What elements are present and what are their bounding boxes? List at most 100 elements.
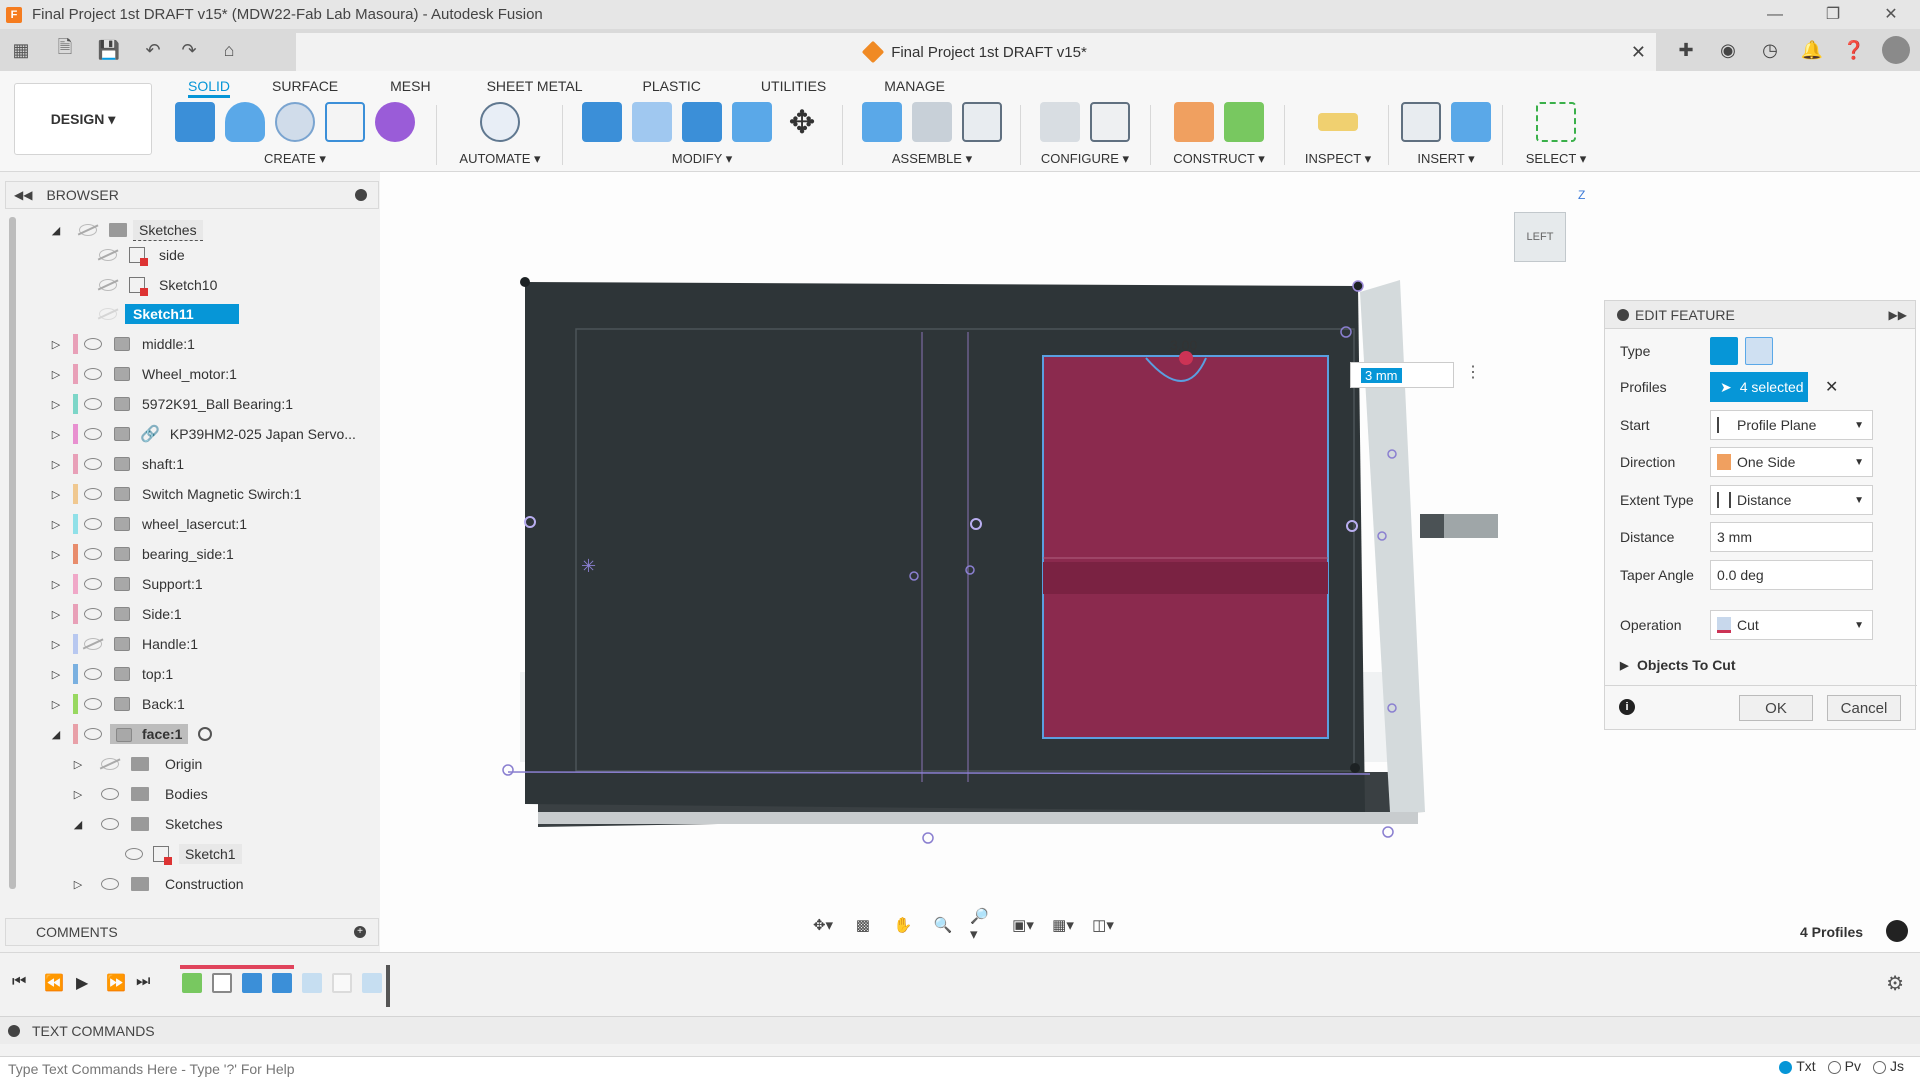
select-menu[interactable]: SELECT ▾	[1510, 151, 1602, 167]
taper-input[interactable]: 0.0 deg	[1710, 560, 1873, 590]
tab-plastic[interactable]: PLASTIC	[643, 74, 701, 98]
browser-scrollbar[interactable]	[9, 217, 16, 889]
mode-txt[interactable]: Txt	[1779, 1058, 1816, 1074]
app-grid-icon[interactable]: ▦	[6, 35, 36, 65]
go-to-start-icon[interactable]: ⏮	[12, 973, 26, 991]
timeline-feature-icon[interactable]	[182, 973, 202, 993]
automate-icon[interactable]	[480, 102, 520, 142]
tab-utilities[interactable]: UTILITIES	[761, 74, 826, 98]
collapsed-arrow-icon[interactable]: ▷	[49, 638, 63, 651]
offset-plane-icon[interactable]	[1174, 102, 1214, 142]
combine-icon[interactable]	[682, 102, 722, 142]
cut-profile[interactable]	[1042, 355, 1329, 739]
cancel-button[interactable]: Cancel	[1827, 695, 1901, 721]
tab-mesh[interactable]: MESH	[390, 74, 430, 98]
visible-eye-icon[interactable]	[84, 668, 102, 680]
save-icon[interactable]: 💾	[94, 35, 124, 65]
timeline-extrude-icon[interactable]	[242, 973, 262, 993]
timeline-extrude-icon[interactable]	[362, 973, 382, 993]
edit-feature-header[interactable]: EDIT FEATURE ▶▶	[1605, 301, 1915, 329]
extent-dropdown[interactable]: Distance ▼	[1710, 485, 1873, 515]
objects-to-cut-row[interactable]: ▶ Objects To Cut	[1605, 649, 1917, 681]
tree-item-component[interactable]: ▷ middle:1	[49, 329, 195, 359]
fillet-icon[interactable]	[632, 102, 672, 142]
tab-manage[interactable]: MANAGE	[884, 74, 945, 98]
browser-pin-icon[interactable]	[355, 189, 367, 201]
close-window-icon[interactable]: ✕	[1862, 0, 1920, 29]
home-icon[interactable]: ⌂	[214, 35, 244, 65]
tab-surface[interactable]: SURFACE	[272, 74, 338, 98]
job-status-icon[interactable]: ◷	[1754, 35, 1786, 65]
grid-icon[interactable]: ▦▾	[1050, 914, 1076, 936]
timeline-settings-icon[interactable]: ⚙	[1886, 971, 1904, 996]
select-box-icon[interactable]	[1536, 102, 1576, 142]
visible-eye-icon[interactable]	[84, 488, 102, 500]
collapsed-arrow-icon[interactable]: ▷	[49, 698, 63, 711]
collapse-text-commands-icon[interactable]	[8, 1024, 20, 1037]
shell-icon[interactable]	[732, 102, 772, 142]
collapse-browser-icon[interactable]: ◀◀	[14, 188, 32, 202]
inline-distance-input[interactable]: 3 mm	[1350, 362, 1454, 388]
collapsed-arrow-icon[interactable]: ▷	[49, 518, 63, 531]
orbit-icon[interactable]: ✥▾	[810, 914, 836, 936]
tree-item-component[interactable]: ▷ wheel_lasercut:1	[49, 509, 247, 539]
undo-icon[interactable]: ↶	[138, 35, 168, 65]
direction-dropdown[interactable]: One Side ▼	[1710, 447, 1873, 477]
timeline-marker[interactable]	[386, 965, 390, 1007]
play-icon[interactable]: ▶	[76, 973, 88, 993]
tree-item-component[interactable]: ▷ Back:1	[49, 689, 185, 719]
collapsed-arrow-icon[interactable]: ▷	[49, 368, 63, 381]
look-at-icon[interactable]: ▩	[850, 914, 876, 936]
extrude-type-thin-icon[interactable]	[1745, 337, 1773, 365]
hidden-eye-icon[interactable]	[99, 249, 117, 261]
automate-menu[interactable]: AUTOMATE ▾	[448, 151, 552, 167]
tree-item-folder[interactable]: ▷ Bodies	[71, 779, 208, 809]
tree-item-sketch10[interactable]: Sketch10	[99, 270, 217, 300]
hidden-eye-icon[interactable]	[99, 308, 117, 320]
modify-menu[interactable]: MODIFY ▾	[574, 151, 830, 167]
visible-eye-icon[interactable]	[84, 608, 102, 620]
collapsed-arrow-icon[interactable]: ▷	[71, 758, 85, 771]
tree-item-component[interactable]: ▷ Support:1	[49, 569, 203, 599]
collapsed-arrow-icon[interactable]: ▷	[49, 488, 63, 501]
notifications-icon[interactable]: 🔔	[1796, 35, 1828, 65]
tree-item-face-active[interactable]: ◢ face:1	[49, 719, 213, 749]
pan-icon[interactable]: ✋	[890, 914, 916, 936]
measure-icon[interactable]	[1318, 113, 1358, 131]
info-icon[interactable]: i	[1619, 699, 1635, 715]
hole-icon[interactable]	[275, 102, 315, 142]
insert-menu[interactable]: INSERT ▾	[1396, 151, 1496, 167]
visible-eye-icon[interactable]	[84, 428, 102, 440]
visible-eye-icon[interactable]	[84, 548, 102, 560]
zoom-window-icon[interactable]: 🔎▾	[970, 908, 996, 943]
tree-item-component[interactable]: ▷ shaft:1	[49, 449, 184, 479]
extrude-arrow-manipulator[interactable]	[1179, 351, 1193, 365]
construct-menu[interactable]: CONSTRUCT ▾	[1160, 151, 1278, 167]
timeline-sketch-icon[interactable]	[212, 973, 232, 993]
browser-header[interactable]: ◀◀ BROWSER	[5, 181, 379, 209]
text-command-input[interactable]: Type Text Commands Here - Type '?' For H…	[0, 1056, 1920, 1080]
file-menu-icon[interactable]: 🗎	[50, 35, 80, 65]
tree-item-component[interactable]: ▷ Handle:1	[49, 629, 198, 659]
extensions-icon[interactable]: ◉	[1712, 35, 1744, 65]
collapsed-arrow-icon[interactable]: ▷	[49, 608, 63, 621]
tree-item-component[interactable]: ▷ bearing_side:1	[49, 539, 234, 569]
move-icon[interactable]: ✥	[782, 102, 822, 142]
tree-item-folder[interactable]: ▷ Origin	[71, 749, 203, 779]
viewcube[interactable]: LEFT	[1514, 212, 1566, 262]
document-tab[interactable]: Final Project 1st DRAFT v15* ✕	[296, 33, 1656, 71]
create-menu[interactable]: CREATE ▾	[168, 151, 422, 167]
extrude-type-body-icon[interactable]	[1710, 337, 1738, 365]
user-avatar[interactable]	[1880, 35, 1912, 65]
press-pull-icon[interactable]	[582, 102, 622, 142]
zoom-icon[interactable]: 🔍	[930, 914, 956, 936]
go-to-end-icon[interactable]: ⏭	[136, 973, 150, 991]
marking-menu-icon[interactable]	[1886, 920, 1908, 942]
text-commands-header[interactable]: TEXT COMMANDS	[0, 1016, 1920, 1044]
visible-eye-icon[interactable]	[101, 818, 119, 830]
visible-eye-icon[interactable]	[84, 458, 102, 470]
expanded-arrow-icon[interactable]: ◢	[49, 224, 63, 237]
collapsed-arrow-icon[interactable]: ▷	[49, 578, 63, 591]
mode-pv[interactable]: Pv	[1827, 1058, 1861, 1074]
visible-eye-icon[interactable]	[101, 788, 119, 800]
